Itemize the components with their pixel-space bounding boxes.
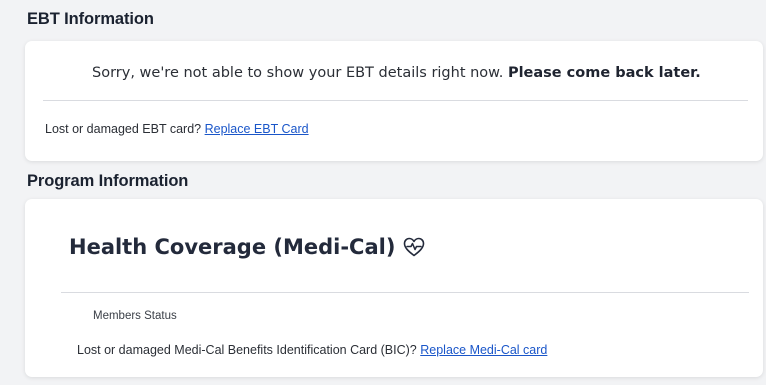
program-card: Health Coverage (Medi-Cal) Members Statu… bbox=[25, 199, 763, 377]
replace-ebt-card-link[interactable]: Replace EBT Card bbox=[205, 122, 309, 136]
medi-cal-coverage-title: Health Coverage (Medi-Cal) bbox=[69, 235, 425, 259]
members-status-label: Members Status bbox=[93, 310, 177, 322]
heart-pulse-icon bbox=[403, 237, 425, 257]
medi-cal-lost-card-label: Lost or damaged Medi-Cal Benefits Identi… bbox=[77, 343, 421, 357]
ebt-unavailable-message: Sorry, we're not able to show your EBT d… bbox=[92, 65, 701, 81]
ebt-message-emphasis: Please come back later. bbox=[507, 65, 701, 81]
ebt-lost-card-row: Lost or damaged EBT card? Replace EBT Ca… bbox=[45, 122, 309, 136]
medi-cal-lost-card-row: Lost or damaged Medi-Cal Benefits Identi… bbox=[77, 343, 547, 357]
ebt-message-text: Sorry, we're not able to show your EBT d… bbox=[92, 65, 508, 81]
replace-medi-cal-card-link[interactable]: Replace Medi-Cal card bbox=[420, 343, 547, 357]
program-divider bbox=[61, 292, 749, 293]
ebt-card: Sorry, we're not able to show your EBT d… bbox=[25, 41, 763, 161]
ebt-lost-card-label: Lost or damaged EBT card? bbox=[45, 122, 205, 136]
coverage-title-text: Health Coverage (Medi-Cal) bbox=[69, 235, 396, 259]
ebt-divider bbox=[43, 100, 748, 101]
ebt-section-heading: EBT Information bbox=[27, 10, 154, 28]
program-section-heading: Program Information bbox=[27, 172, 189, 190]
